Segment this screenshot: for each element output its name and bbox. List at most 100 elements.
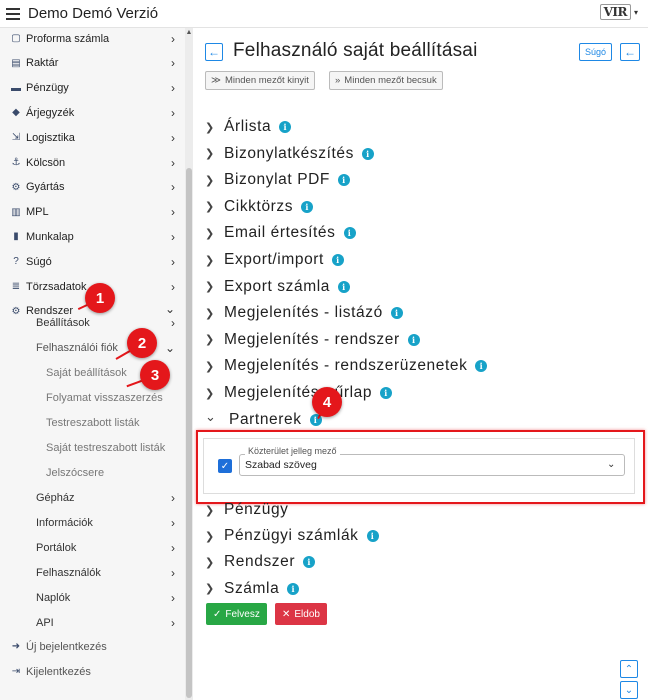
info-icon[interactable]: i bbox=[338, 280, 350, 293]
sidebar-subitem[interactable]: Felhasználói fiók ⌄ bbox=[0, 335, 185, 360]
settings-section[interactable]: ❯ Rendszer i bbox=[205, 550, 316, 574]
sidebar-subitem[interactable]: Saját testreszabott listák bbox=[0, 435, 185, 460]
sidebar-subitem[interactable]: Portálok › bbox=[0, 535, 185, 560]
partner-field-checkbox[interactable]: ✓ bbox=[218, 459, 232, 473]
logo-menu[interactable]: VIR ▾ bbox=[599, 4, 638, 20]
sidebar-item[interactable]: ▤ Raktár › bbox=[0, 51, 185, 76]
settings-section[interactable]: ❯ Megjelenítés - rendszerüzenetek i bbox=[205, 354, 488, 378]
settings-section[interactable]: ❯ Megjelenítés - űrlap i bbox=[205, 381, 393, 405]
help-button[interactable]: Súgó bbox=[578, 43, 612, 61]
sidebar-subitem[interactable]: Gépház › bbox=[0, 485, 185, 510]
back-button-right[interactable]: ← bbox=[620, 43, 640, 61]
settings-section[interactable]: ❯ Pénzügy bbox=[205, 498, 289, 522]
info-icon[interactable]: i bbox=[338, 174, 350, 187]
chevron-right-icon: › bbox=[171, 279, 175, 294]
sidebar-item[interactable]: ▬ Pénzügy › bbox=[0, 76, 185, 101]
sidebar-subitem[interactable]: Naplók › bbox=[0, 585, 185, 610]
section-label: Megjelenítés - rendszer bbox=[224, 330, 400, 348]
info-icon[interactable]: i bbox=[366, 530, 379, 543]
sidebar-subitem[interactable]: API › bbox=[0, 610, 185, 635]
chevron-right-icon: › bbox=[171, 315, 175, 330]
info-icon[interactable]: i bbox=[475, 360, 488, 373]
collapse-all-button[interactable]: » Minden mezőt becsuk bbox=[329, 71, 443, 90]
section-label: Megjelenítés - űrlap bbox=[224, 384, 373, 401]
sidebar-subitem-label: Saját testreszabott listák bbox=[46, 441, 166, 454]
sidebar-item[interactable]: ⇥ Kijelentkezés bbox=[0, 659, 185, 684]
sidebar-item[interactable]: ⚙ Gyártás › bbox=[0, 175, 185, 200]
scroll-up-icon[interactable]: ▲ bbox=[185, 28, 193, 38]
sidebar-item[interactable]: ▥ MPL › bbox=[0, 200, 185, 225]
info-icon[interactable]: i bbox=[303, 556, 316, 569]
settings-section[interactable]: ❯ Megjelenítés - rendszer i bbox=[205, 328, 420, 352]
scroll-top-button[interactable]: ⌃ bbox=[620, 660, 638, 678]
info-icon[interactable]: i bbox=[343, 227, 356, 240]
chevron-right-icon: ❯ bbox=[205, 227, 215, 240]
expand-all-button[interactable]: ≫ Minden mezőt kinyit bbox=[205, 71, 315, 90]
info-icon[interactable]: i bbox=[279, 121, 292, 133]
chevron-right-icon: ❯ bbox=[205, 504, 215, 517]
sidebar-subitem[interactable]: Információk › bbox=[0, 510, 185, 535]
main-content: ← Felhasználó saját beállításai Súgó ← ≫… bbox=[193, 28, 648, 700]
settings-section[interactable]: ❯ Export/import i bbox=[205, 248, 344, 272]
chevron-right-icon: ❯ bbox=[205, 307, 215, 320]
save-button[interactable]: ✓ Felvesz bbox=[206, 603, 267, 625]
scroll-bottom-button[interactable]: ⌄ bbox=[620, 681, 638, 699]
step-marker: 2 bbox=[127, 328, 157, 358]
sidebar-item[interactable]: ▢ Proforma számla › bbox=[0, 28, 185, 51]
sidebar-subitem[interactable]: Felhasználók › bbox=[0, 560, 185, 585]
field-legend: Közterület jelleg mező bbox=[245, 446, 340, 456]
settings-section[interactable]: ❯ Email értesítés i bbox=[205, 221, 356, 245]
login-icon: ➜ bbox=[11, 641, 21, 652]
sidebar-subitem[interactable]: Jelszócsere bbox=[0, 460, 185, 485]
info-icon[interactable]: i bbox=[331, 254, 344, 266]
info-icon[interactable]: i bbox=[361, 147, 374, 160]
sidebar-item[interactable]: ⚓ Kölcsön › bbox=[0, 150, 185, 175]
info-icon[interactable]: i bbox=[287, 582, 300, 595]
sidebar-subitem-label: Beállítások bbox=[36, 316, 90, 329]
sidebar-item[interactable]: ▮ Munkalap › bbox=[0, 224, 185, 249]
back-button[interactable]: ← bbox=[205, 43, 223, 61]
section-label: Partnerek bbox=[229, 410, 302, 428]
sidebar-subitem-label: Testreszabott listák bbox=[46, 416, 140, 429]
settings-section[interactable]: ❯ Pénzügyi számlák i bbox=[205, 524, 379, 548]
chevron-right-icon: › bbox=[171, 105, 175, 120]
settings-section[interactable]: ❯ Számla i bbox=[205, 577, 300, 601]
settings-section[interactable]: ❯ Cikktörzs i bbox=[205, 195, 314, 219]
sidebar-scroll-thumb[interactable] bbox=[186, 168, 192, 698]
settings-section[interactable]: ⌄ Partnerek i bbox=[205, 408, 322, 432]
sidebar-subitem-label: Felhasználók bbox=[36, 566, 101, 579]
sidebar-item[interactable]: ➜ Új bejelentkezés bbox=[0, 634, 185, 659]
chevron-right-icon: ❯ bbox=[205, 201, 215, 214]
info-icon[interactable]: i bbox=[380, 387, 393, 399]
close-icon: ✕ bbox=[282, 608, 291, 620]
sidebar-subitem[interactable]: Testreszabott listák bbox=[0, 410, 185, 435]
info-icon[interactable]: i bbox=[301, 200, 314, 213]
chevron-right-icon: › bbox=[171, 81, 175, 96]
expand-all-label: Minden mezőt kinyit bbox=[224, 75, 309, 86]
sidebar-subitem-label: Felhasználói fiók bbox=[36, 341, 118, 354]
chevron-right-icon: › bbox=[171, 615, 175, 630]
hamburger-menu-icon[interactable] bbox=[6, 7, 20, 20]
info-icon[interactable]: i bbox=[390, 307, 403, 320]
sidebar-item[interactable]: ⇲ Logisztika › bbox=[0, 125, 185, 150]
sidebar-item[interactable]: ? Súgó › bbox=[0, 249, 185, 274]
chevron-right-icon: › bbox=[171, 180, 175, 195]
sidebar-subitem[interactable]: Beállítások › bbox=[0, 310, 185, 335]
section-label: Cikktörzs bbox=[224, 197, 294, 215]
settings-section[interactable]: ❯ Bizonylat PDF i bbox=[205, 168, 350, 192]
sidebar-item-label: Árjegyzék bbox=[26, 106, 75, 119]
sidebar-item[interactable]: ◆ Árjegyzék › bbox=[0, 100, 185, 125]
settings-section[interactable]: ❯ Export számla i bbox=[205, 275, 350, 299]
settings-section[interactable]: ❯ Árlista i bbox=[205, 115, 292, 139]
sidebar-subitem-label: API bbox=[36, 616, 54, 629]
section-label: Árlista bbox=[224, 118, 272, 135]
settings-section[interactable]: ❯ Bizonylatkészítés i bbox=[205, 142, 374, 166]
sidebar-item-label: Kölcsön bbox=[26, 156, 66, 169]
chevron-right-icon: ❯ bbox=[205, 360, 215, 373]
info-icon[interactable]: i bbox=[407, 333, 420, 346]
sidebar-scrollbar[interactable]: ▲ bbox=[185, 28, 193, 700]
app-title: Demo Demó Verzió bbox=[28, 5, 159, 22]
settings-section[interactable]: ❯ Megjelenítés - listázó i bbox=[205, 301, 403, 325]
discard-button[interactable]: ✕ Eldob bbox=[275, 603, 327, 625]
sidebar-subitem-label: Információk bbox=[36, 516, 93, 529]
